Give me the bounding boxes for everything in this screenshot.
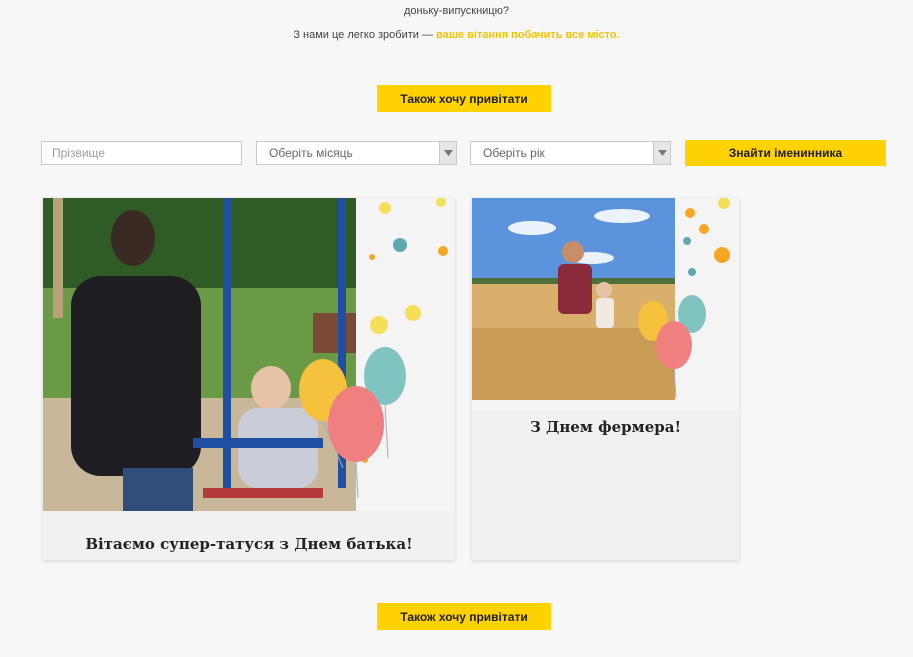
year-select[interactable]: Оберіть рік [470, 141, 671, 165]
search-filters: Оберіть місяць Оберіть рік Знайти іменин… [0, 140, 913, 167]
greet-cta-button-top[interactable]: Також хочу привітати [377, 85, 551, 112]
greeting-card-image [43, 198, 455, 511]
chevron-down-icon[interactable] [653, 142, 670, 164]
greeting-card[interactable]: Вітаємо супер-татуся з Днем батька! [43, 198, 455, 560]
greeting-card-caption[interactable]: Вітаємо супер-татуся з Днем батька! [43, 535, 455, 553]
intro-line-2-prefix: З нами це легко зробити — [293, 29, 437, 41]
surname-input[interactable] [41, 141, 242, 165]
greeting-card[interactable]: З Днем фермера! [472, 198, 739, 560]
month-select-value: Оберіть місяць [269, 146, 353, 160]
intro-line-1: доньку-випускницю? [404, 5, 509, 17]
greeting-card-caption[interactable]: З Днем фермера! [472, 418, 739, 436]
intro-line-2: З нами це легко зробити — ваше вітання п… [0, 29, 913, 41]
intro-cut-line: … … … … … … … … [0, 0, 913, 3]
month-select[interactable]: Оберіть місяць [256, 141, 457, 165]
chevron-down-icon[interactable] [439, 142, 456, 164]
greeting-card-image [472, 198, 739, 411]
farmer-wheat-field-photo [472, 198, 675, 400]
year-select-value: Оберіть рік [483, 146, 545, 160]
intro-highlight-link[interactable]: ваше вітання побачить все місто. [436, 29, 620, 41]
father-son-swing-photo [43, 198, 356, 511]
find-birthday-button[interactable]: Знайти іменинника [685, 140, 886, 166]
greet-cta-button-bottom[interactable]: Також хочу привітати [377, 603, 551, 630]
